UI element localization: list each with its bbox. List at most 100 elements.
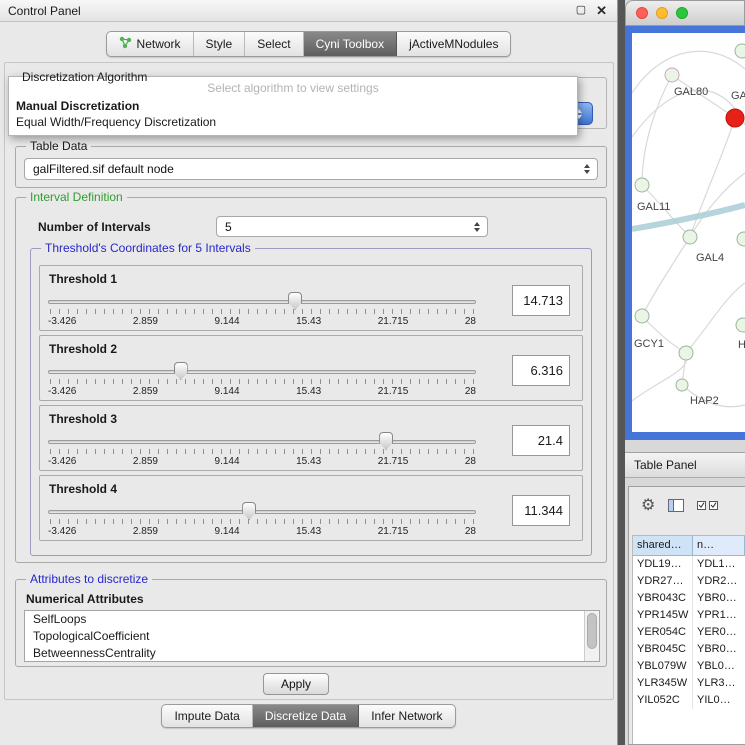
table-cell[interactable]: YER0… xyxy=(693,624,745,641)
table-cell[interactable]: YER054C xyxy=(633,624,693,641)
table-cell[interactable]: YPR1… xyxy=(693,607,745,624)
popup-option-equal-width-frequency[interactable]: Equal Width/Frequency Discretization xyxy=(9,114,577,130)
table-cell[interactable]: YDR2… xyxy=(693,573,745,590)
network-node[interactable] xyxy=(735,44,745,58)
apply-button[interactable]: Apply xyxy=(263,673,329,695)
table-row[interactable]: YDR27…YDR2… xyxy=(633,573,745,590)
threshold-1-slider[interactable]: -3.426 2.859 9.144 15.43 21.715 28 xyxy=(48,292,476,330)
network-canvas[interactable]: GAL80GAGAL11GAL4GCY1HAP2H xyxy=(632,33,745,432)
table-row[interactable]: YIL052CYIL0… xyxy=(633,692,745,709)
network-node[interactable] xyxy=(679,346,693,360)
table-cell[interactable]: YPR145W xyxy=(633,607,693,624)
slider-track[interactable] xyxy=(48,370,476,374)
table-row[interactable]: YBL079WYBL0… xyxy=(633,658,745,675)
popup-option-manual-discretization[interactable]: Manual Discretization xyxy=(9,98,577,114)
table-row[interactable]: YBR043CYBR0… xyxy=(633,590,745,607)
table-row[interactable]: YER054CYER0… xyxy=(633,624,745,641)
threshold-1-value-field[interactable]: 14.713 xyxy=(512,285,570,316)
list-item[interactable]: SelfLoops xyxy=(25,611,599,628)
number-of-intervals-select[interactable]: 5 xyxy=(216,216,488,237)
gear-icon[interactable]: ⚙ xyxy=(641,495,655,515)
slider-scale: -3.426 2.859 9.144 15.43 21.715 28 xyxy=(48,386,476,397)
threshold-3-value-field[interactable]: 21.4 xyxy=(512,425,570,456)
table-cell[interactable]: YIL0… xyxy=(693,692,745,709)
tab-jactivemodules[interactable]: jActiveMNodules xyxy=(397,32,510,56)
slider-thumb[interactable] xyxy=(174,362,188,380)
scrollbar[interactable] xyxy=(584,611,599,661)
threshold-2-slider[interactable]: -3.426 2.859 9.144 15.43 21.715 28 xyxy=(48,362,476,400)
network-node[interactable] xyxy=(665,68,679,82)
table-cell[interactable]: YDL19… xyxy=(633,556,693,573)
table-cell[interactable]: YBR0… xyxy=(693,641,745,658)
column-header-shared-name[interactable]: shared… xyxy=(633,536,693,556)
table-data-select[interactable]: galFiltered.sif default node xyxy=(24,158,598,180)
scale-label: 15.43 xyxy=(296,526,321,537)
network-view[interactable]: GAL80GAGAL11GAL4GCY1HAP2H xyxy=(625,26,745,440)
threshold-3-panel: Threshold 3 -3.426 2.859 9.144 15.43 21.… xyxy=(39,405,583,471)
network-node[interactable] xyxy=(676,379,688,391)
network-node[interactable] xyxy=(635,309,649,323)
network-svg: GAL80GAGAL11GAL4GCY1HAP2H xyxy=(632,33,745,432)
threshold-1-panel: Threshold 1 -3.426 2.859 9.144 15.43 21.… xyxy=(39,265,583,331)
slider-thumb[interactable] xyxy=(379,432,393,450)
list-item[interactable]: BetweennessCentrality xyxy=(25,645,599,662)
scrollbar-thumb[interactable] xyxy=(587,613,597,649)
table-cell[interactable]: YDR27… xyxy=(633,573,693,590)
network-node[interactable] xyxy=(736,318,745,332)
attributes-list[interactable]: SelfLoops TopologicalCoefficient Between… xyxy=(24,610,600,662)
close-traffic-light[interactable] xyxy=(636,7,648,19)
threshold-2-value-field[interactable]: 6.316 xyxy=(512,355,570,386)
list-item[interactable]: TopologicalCoefficient xyxy=(25,628,599,645)
table-cell[interactable]: YLR345W xyxy=(633,675,693,692)
scale-label: -3.426 xyxy=(48,526,76,537)
network-window: GAL80GAGAL11GAL4GCY1HAP2H Table Panel ⚙ … xyxy=(625,0,745,745)
table-cell[interactable]: YBR043C xyxy=(633,590,693,607)
table-columns-icon[interactable] xyxy=(668,499,684,512)
network-node[interactable] xyxy=(635,178,649,192)
threshold-4-slider[interactable]: -3.426 2.859 9.144 15.43 21.715 28 xyxy=(48,502,476,540)
slider-thumb[interactable] xyxy=(242,502,256,520)
chevron-updown-icon xyxy=(577,164,597,174)
slider-thumb[interactable] xyxy=(288,292,302,310)
group-title: Threshold's Coordinates for 5 Intervals xyxy=(41,241,255,255)
node-label: HAP2 xyxy=(690,395,719,407)
slider-track[interactable] xyxy=(48,300,476,304)
float-window-icon[interactable]: ▢ xyxy=(576,5,586,16)
tab-style[interactable]: Style xyxy=(194,32,246,56)
group-title: Table Data xyxy=(26,139,91,153)
table-panel: ⚙ shared… n… YDL19…YDL1…YDR27…YDR2…YBR04… xyxy=(628,486,745,745)
table-cell[interactable]: YBL079W xyxy=(633,658,693,675)
threshold-3-slider[interactable]: -3.426 2.859 9.144 15.43 21.715 28 xyxy=(48,432,476,470)
tab-cyni-toolbox[interactable]: Cyni Toolbox xyxy=(304,32,397,56)
tab-impute-data[interactable]: Impute Data xyxy=(162,705,252,727)
zoom-traffic-light[interactable] xyxy=(676,7,688,19)
tab-network[interactable]: Network xyxy=(107,32,194,56)
table-row[interactable]: YPR145WYPR1… xyxy=(633,607,745,624)
table-cell[interactable]: YIL052C xyxy=(633,692,693,709)
table-row[interactable]: YBR045CYBR0… xyxy=(633,641,745,658)
tab-infer-network[interactable]: Infer Network xyxy=(359,705,454,727)
table-cell[interactable]: YBR0… xyxy=(693,590,745,607)
tab-select[interactable]: Select xyxy=(245,32,303,56)
slider-ticks xyxy=(50,379,474,384)
network-node[interactable] xyxy=(726,109,744,127)
table-row[interactable]: YLR345WYLR3… xyxy=(633,675,745,692)
network-node[interactable] xyxy=(683,230,697,244)
table-cell[interactable]: YDL1… xyxy=(693,556,745,573)
slider-track[interactable] xyxy=(48,440,476,444)
table-cell[interactable]: YBR045C xyxy=(633,641,693,658)
table-cell[interactable]: YBL0… xyxy=(693,658,745,675)
scale-label: 28 xyxy=(465,526,476,537)
column-header-name[interactable]: n… xyxy=(693,536,745,556)
scale-label: 28 xyxy=(465,456,476,467)
tab-discretize-data[interactable]: Discretize Data xyxy=(253,705,359,727)
table-row[interactable]: YDL19…YDL1… xyxy=(633,556,745,573)
column-checkboxes-icon[interactable] xyxy=(697,500,719,510)
slider-track[interactable] xyxy=(48,510,476,514)
network-node[interactable] xyxy=(737,232,745,246)
threshold-4-value-field[interactable]: 11.344 xyxy=(512,495,570,526)
close-window-icon[interactable]: ✕ xyxy=(596,4,607,17)
minimize-traffic-light[interactable] xyxy=(656,7,668,19)
algorithm-dropdown-popup: Select algorithm to view settings Manual… xyxy=(8,76,578,136)
table-cell[interactable]: YLR3… xyxy=(693,675,745,692)
